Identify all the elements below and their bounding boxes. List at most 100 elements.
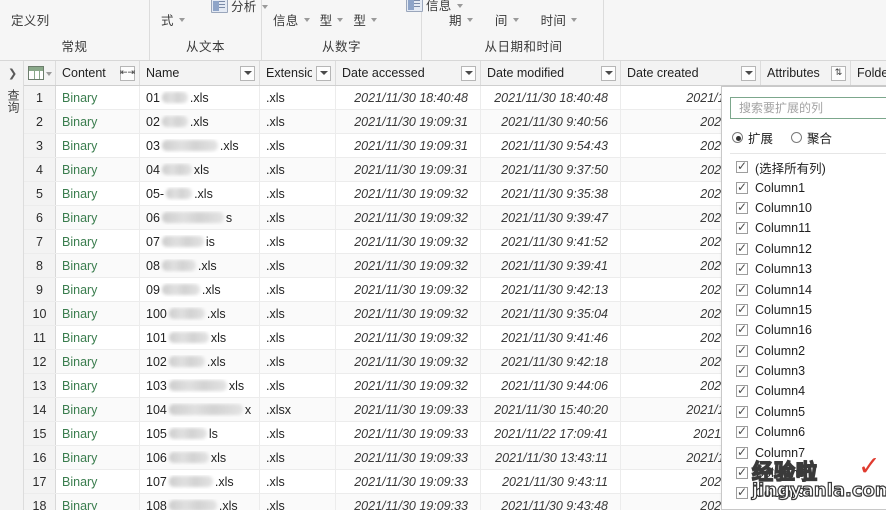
checkbox-icon[interactable] (736, 282, 748, 296)
column-header-folder[interactable]: Folder (851, 61, 886, 85)
expand-column-item[interactable]: Column4 (730, 381, 886, 401)
expand-column-item[interactable]: Column8 (730, 463, 886, 483)
column-header-select-all[interactable] (24, 61, 56, 85)
expand-column-item[interactable]: Column9 (730, 483, 886, 503)
file-name-suffix: .xls (189, 90, 209, 105)
expand-columns-icon[interactable]: ⇤⇥ (120, 65, 135, 81)
file-name-prefix: 03 (146, 138, 160, 153)
checkbox-icon[interactable] (736, 200, 748, 214)
checkbox-icon[interactable] (736, 445, 748, 459)
expand-column-item[interactable]: Column11 (730, 218, 886, 238)
define-column-button[interactable]: 定义列 (6, 8, 54, 31)
column-header-attributes-label: Attributes (767, 66, 820, 80)
date-button[interactable]: 期 (444, 8, 478, 31)
time-button[interactable]: 时间 (536, 8, 583, 31)
file-name-prefix: 107 (146, 474, 167, 489)
column-header-attributes[interactable]: Attributes ⇅ (761, 61, 851, 85)
filter-dropdown-icon[interactable] (240, 65, 255, 81)
number-scientific-button[interactable]: 型 (348, 8, 382, 31)
chevron-down-icon (466, 18, 473, 22)
expand-column-item[interactable]: Column16 (730, 320, 886, 340)
row-index-cell: 6 (24, 206, 56, 229)
file-name-cell: 08 .xls (140, 254, 260, 277)
date-modified-cell: 2021/11/30 9:41:46 (481, 326, 621, 349)
text-format-button[interactable]: 式 (156, 8, 190, 31)
expand-columns-icon[interactable]: ⇅ (831, 65, 846, 81)
expand-column-label: Column16 (755, 323, 812, 338)
filter-dropdown-icon[interactable] (601, 65, 616, 81)
expand-column-item[interactable]: Column12 (730, 239, 886, 259)
file-name-cell: 101 xls (140, 326, 260, 349)
table-icon (27, 66, 44, 80)
column-header-date-created[interactable]: Date created (621, 61, 761, 85)
column-header-date-modified[interactable]: Date modified (481, 61, 621, 85)
date-modified-cell: 2021/11/30 9:54:43 (481, 134, 621, 157)
expand-column-item[interactable]: Column14 (730, 279, 886, 299)
filter-dropdown-icon[interactable] (741, 65, 756, 81)
grid-header-row: Content ⇤⇥ Name Extension Date accessed … (24, 61, 886, 86)
checkbox-icon[interactable] (736, 383, 748, 398)
checkbox-icon[interactable] (736, 261, 748, 276)
file-name-suffix: .xls (197, 258, 217, 273)
expand-column-item[interactable]: Column13 (730, 259, 886, 279)
file-name-value: 105 ls (146, 427, 218, 441)
expand-column-item[interactable]: Column1 (730, 177, 886, 197)
checkbox-icon[interactable] (736, 322, 748, 337)
ribbon-group-general-buttons: 定义列 (0, 2, 149, 36)
content-cell: Binary (56, 206, 140, 229)
checkbox-icon[interactable] (736, 465, 748, 480)
expand-column-item[interactable]: Column3 (730, 361, 886, 381)
file-name-prefix: 105 (146, 426, 167, 441)
checkbox-icon[interactable] (736, 343, 748, 357)
checkbox-icon[interactable] (736, 363, 748, 378)
extension-cell: .xls (260, 134, 336, 157)
checkbox-icon[interactable] (736, 180, 748, 194)
content-cell: Binary (56, 494, 140, 510)
date-modified-cell: 2021/11/30 9:42:13 (481, 278, 621, 301)
time-label: 时间 (540, 13, 567, 28)
expand-column-item[interactable]: Column5 (730, 402, 886, 422)
checkbox-icon[interactable] (736, 404, 748, 418)
checkbox-icon[interactable] (736, 424, 748, 439)
expand-column-item[interactable]: Column15 (730, 300, 886, 320)
expand-search-box[interactable] (730, 97, 886, 119)
file-name-redacted (166, 188, 193, 199)
column-header-date-modified-label: Date modified (487, 66, 565, 80)
filter-dropdown-icon[interactable] (316, 65, 331, 81)
date-modified-cell: 2021/11/30 9:39:41 (481, 254, 621, 277)
expand-column-list[interactable]: (选择所有列) Column1 Column10 Column11 Column12 Co… (730, 153, 886, 503)
date-accessed-cell: 2021/11/30 18:40:48 (336, 86, 481, 109)
number-info-button[interactable]: 信息 (268, 8, 315, 31)
file-name-suffix: .xls (194, 186, 213, 201)
expand-column-label: Column7 (755, 445, 806, 460)
checkbox-icon[interactable] (736, 159, 748, 174)
expand-column-item[interactable]: Column10 (730, 198, 886, 218)
column-header-date-accessed[interactable]: Date accessed (336, 61, 481, 85)
expand-column-item[interactable]: Column2 (730, 341, 886, 361)
file-name-redacted (168, 476, 213, 487)
number-standard-button[interactable]: 型 (315, 8, 349, 31)
expand-mode-radios: 扩展 聚合 (732, 128, 886, 147)
column-header-name[interactable]: Name (140, 61, 260, 85)
extension-cell: .xls (260, 206, 336, 229)
checkbox-icon[interactable] (736, 241, 748, 255)
queries-pane-collapsed[interactable]: ❯ 查询 (0, 61, 24, 510)
checkbox-icon[interactable] (736, 485, 748, 500)
column-header-content[interactable]: Content ⇤⇥ (56, 61, 140, 85)
chevron-down-icon[interactable] (45, 72, 52, 76)
checkbox-icon[interactable] (736, 302, 748, 316)
radio-aggregate[interactable]: 聚合 (791, 128, 832, 147)
radio-expand[interactable]: 扩展 (732, 128, 773, 147)
file-name-value: 101 xls (146, 331, 226, 345)
checkbox-icon[interactable] (736, 220, 748, 235)
expand-column-label: Column9 (755, 486, 806, 501)
expand-column-item[interactable]: Column7 (730, 442, 886, 462)
column-header-extension[interactable]: Extension (260, 61, 336, 85)
time-span-button[interactable]: 间 (490, 8, 524, 31)
expand-search-input[interactable] (737, 100, 881, 116)
filter-dropdown-icon[interactable] (461, 65, 476, 81)
expand-column-item[interactable]: (选择所有列) (730, 157, 886, 177)
row-index-cell: 10 (24, 302, 56, 325)
expand-column-item[interactable]: Column6 (730, 422, 886, 442)
expand-queries-chevron-icon[interactable]: ❯ (8, 69, 17, 80)
